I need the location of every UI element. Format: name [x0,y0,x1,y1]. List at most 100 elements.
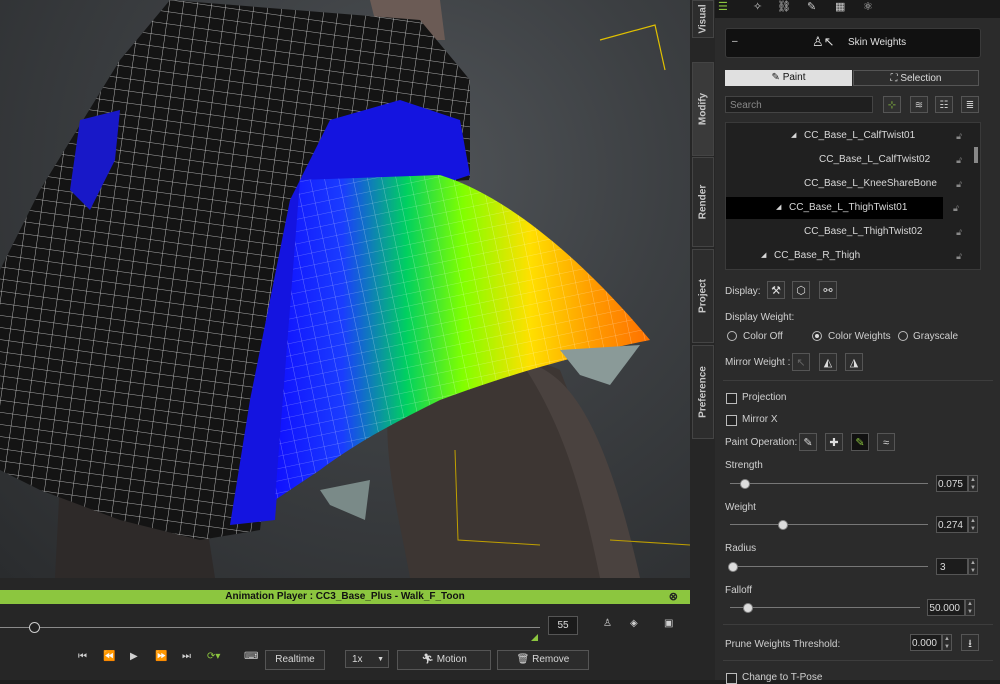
pose-edit-icon[interactable]: ✧ [753,0,762,13]
skin-weights-header[interactable]: – ♙↖ Skin Weights [725,28,981,58]
tab-project[interactable]: Project [692,249,714,343]
morph-icon[interactable]: ✎ [807,0,816,13]
viewport-icon[interactable]: ▣ [664,618,673,629]
layers-icon[interactable]: ≋ [910,96,928,113]
tab-modify[interactable]: Modify [692,62,714,156]
smooth-brush-icon[interactable]: ≈ [877,433,895,451]
weight-slider-knob[interactable] [778,520,788,530]
tree-row[interactable]: ◢ CC_Base_R_Thigh 🔓︎ [726,245,966,267]
prune-weights-field[interactable]: 0.000 [910,634,942,651]
weight-stepper[interactable]: ▲ ▼ [968,516,978,533]
first-frame-icon[interactable]: ⏮ [78,651,87,662]
weight-field[interactable]: 0.274 [936,516,968,533]
tab-project-label: Project [697,279,709,313]
weight-slider[interactable] [730,524,928,525]
color-off-radio[interactable] [727,331,737,341]
lock-icon[interactable]: 🔓︎ [956,173,962,195]
play-icon[interactable]: ▶ [130,651,138,662]
bone-tree[interactable]: ◢ CC_Base_L_CalfTwist01 🔓︎ CC_Base_L_Cal… [725,122,981,270]
list-view-icon[interactable]: ☷ [935,96,953,113]
options-icon[interactable]: ≣ [961,96,979,113]
color-weights-radio[interactable] [812,331,822,341]
search-input[interactable]: Search [725,96,873,113]
tree-row[interactable]: CC_Base_L_ThighTwist02 🔓︎ [726,221,966,243]
expand-icon[interactable]: ◢ [761,245,766,267]
mirror-left-icon[interactable]: ◭ [819,353,837,371]
subtitle-icon[interactable]: ⌨ [244,651,258,662]
projection-checkbox[interactable] [726,393,737,404]
timeline-scrubber[interactable] [29,622,40,633]
motion-layer-icon[interactable]: ◈ [630,618,638,629]
tab-preference[interactable]: Preference [692,345,714,439]
sliders-icon[interactable]: ☰ [718,0,728,13]
radius-stepper[interactable]: ▲ ▼ [968,558,978,575]
skin-weights-icon: ♙↖ [812,34,835,49]
lock-icon[interactable]: 🔓︎ [953,197,976,219]
tab-render[interactable]: Render [692,157,714,247]
display-cube-icon[interactable]: ⬡ [792,281,810,299]
checker-icon[interactable]: ▦ [835,0,845,13]
subtract-brush-icon[interactable]: ✎ [851,433,869,451]
tab-selection[interactable]: ⛶ Selection [853,70,979,86]
strength-slider-knob[interactable] [740,479,750,489]
falloff-stepper[interactable]: ▲ ▼ [965,599,975,616]
falloff-slider-knob[interactable] [743,603,753,613]
remove-label: Remove [532,654,570,665]
skeleton-icon[interactable]: ⛓ [777,0,791,13]
display-joint-icon[interactable]: ⚯ [819,281,837,299]
radius-field[interactable]: 3 [936,558,968,575]
radius-slider[interactable] [730,566,928,567]
radius-label: Radius [725,543,757,554]
speed-select[interactable]: 1x ▼ [345,650,389,668]
mirror-right-icon[interactable]: ◮ [845,353,863,371]
pose-icon[interactable]: ♙ [603,618,612,629]
tab-visual[interactable]: Visual [692,0,714,38]
lock-icon[interactable]: 🔓︎ [956,245,962,267]
remove-button[interactable]: 🗑︎ Remove [497,650,589,670]
lock-icon[interactable]: 🔓︎ [956,221,962,243]
timeline-track[interactable] [0,627,540,628]
motion-button[interactable]: 🏃︎ Motion [397,650,491,670]
falloff-slider[interactable] [730,607,920,608]
radius-slider-knob[interactable] [728,562,738,572]
timeline-end-marker[interactable] [531,634,538,641]
physics-icon[interactable]: ⚛ [863,0,873,13]
prune-weights-stepper[interactable]: ▲ ▼ [942,634,952,651]
bone-hierarchy-icon[interactable]: ⊹ [883,96,901,113]
mirror-x-checkbox[interactable] [726,415,737,426]
next-frame-icon[interactable]: ⏩ [155,651,167,662]
mirror-arrow-icon[interactable]: ↖ [792,353,810,371]
tab-paint-label: Paint [782,72,806,83]
paint-brush-icon[interactable]: ✎ [799,433,817,451]
tree-row[interactable]: CC_Base_L_KneeShareBone 🔓︎ [726,173,966,195]
display-bone-icon[interactable]: ⚒ [767,281,785,299]
speed-value: 1x [352,654,363,665]
add-brush-icon[interactable]: ✚ [825,433,843,451]
strength-slider[interactable] [730,483,928,484]
tree-row[interactable]: ◢ CC_Base_L_CalfTwist01 🔓︎ [726,125,966,147]
strength-field[interactable]: 0.075 [936,475,968,492]
expand-icon[interactable]: ◢ [776,197,781,219]
expand-icon[interactable]: ◢ [791,125,796,147]
lock-icon[interactable]: 🔓︎ [956,125,962,147]
loop-icon[interactable]: ⟳▾ [207,651,220,662]
falloff-field[interactable]: 50.000 [927,599,965,616]
tab-paint[interactable]: ✎ Paint [725,70,852,86]
grayscale-radio[interactable] [898,331,908,341]
realtime-button[interactable]: Realtime [265,650,325,670]
tree-row-selected[interactable]: ◢ CC_Base_L_ThighTwist01 [726,197,943,219]
t-pose-checkbox[interactable] [726,673,737,684]
collapse-icon[interactable]: – [732,36,738,47]
brush-icon: ✎ [771,72,783,83]
tree-scrollbar[interactable] [974,147,978,163]
lock-icon[interactable]: 🔓︎ [956,149,962,171]
strength-stepper[interactable]: ▲ ▼ [968,475,978,492]
close-icon[interactable]: ⊗ [669,590,678,604]
previous-frame-icon[interactable]: ⏪ [103,651,115,662]
current-frame-field[interactable]: 55 [548,616,578,635]
3d-viewport[interactable] [0,0,690,578]
apply-prune-icon[interactable]: ⭳ [961,634,979,651]
display-label: Display: [725,286,761,297]
last-frame-icon[interactable]: ⏭ [182,651,191,662]
tree-row[interactable]: CC_Base_L_CalfTwist02 🔓︎ [726,149,966,171]
